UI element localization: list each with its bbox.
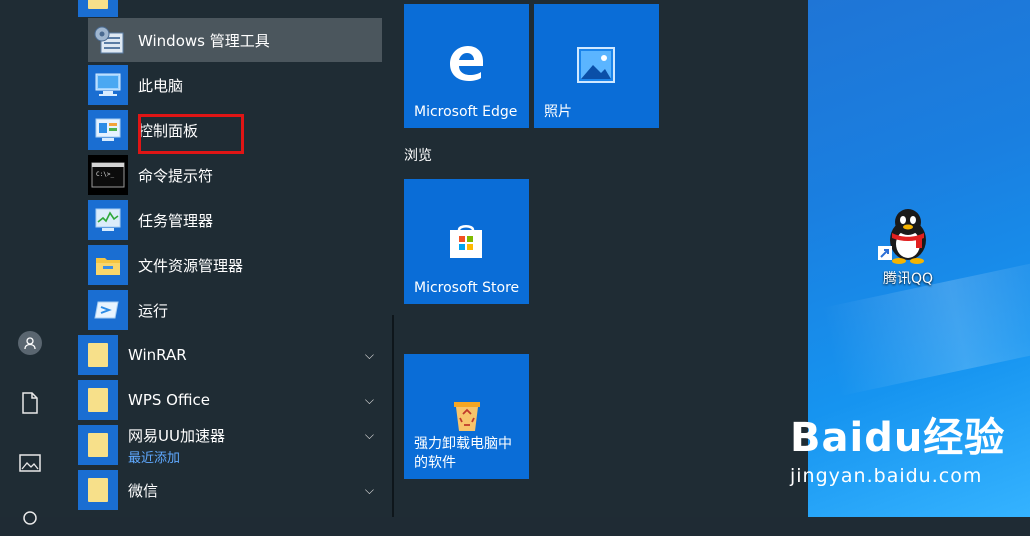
folder-wps-office[interactable]: WPS Office ⌵: [78, 379, 382, 421]
pictures-icon: [19, 454, 41, 472]
this-pc-icon: [88, 65, 128, 105]
folder-icon: [78, 0, 118, 17]
tile-label: 照片: [544, 104, 572, 120]
tile-label: Microsoft Edge: [414, 104, 518, 120]
folder-icon: [78, 425, 118, 465]
admin-tools-icon: [88, 20, 128, 60]
control-panel-icon: [88, 110, 128, 150]
run-icon: [88, 290, 128, 330]
pictures-button[interactable]: [12, 445, 48, 481]
tile-microsoft-store[interactable]: Microsoft Store: [404, 179, 529, 304]
app-label: Windows 管理工具: [138, 31, 270, 50]
app-item-run[interactable]: 运行: [88, 288, 382, 332]
recently-added-label: 最近添加: [128, 450, 181, 466]
app-item-this-pc[interactable]: 此电脑: [88, 63, 382, 107]
chevron-down-icon[interactable]: ⌵: [365, 348, 374, 363]
settings-icon: [23, 511, 37, 525]
store-icon: [450, 225, 482, 258]
documents-button[interactable]: [12, 385, 48, 421]
folder-icon: [78, 380, 118, 420]
qq-penguin-icon: [878, 209, 926, 264]
svg-text:C:\>_: C:\>_: [96, 171, 114, 178]
folder-icon: [78, 335, 118, 375]
tile-label: 强力卸载电脑中的软件: [414, 436, 512, 471]
chevron-down-icon[interactable]: ⌵: [365, 393, 374, 408]
scrollbar-track[interactable]: [392, 315, 394, 517]
file-explorer-icon: [88, 245, 128, 285]
folder-label: 网易UU加速器: [128, 426, 225, 445]
desktop-shortcut-label: 腾讯QQ: [882, 271, 934, 287]
watermark-url: jingyan.baidu.com: [790, 465, 983, 487]
tile-photos[interactable]: 照片: [534, 4, 659, 128]
settings-button[interactable]: [12, 500, 48, 536]
tile-label: Microsoft Store: [414, 280, 520, 296]
recycle-bin-icon: [454, 402, 480, 431]
app-label: 运行: [138, 301, 169, 320]
edge-icon: [450, 46, 483, 81]
folder-uu-accelerator[interactable]: 网易UU加速器 最近添加 ⌵: [78, 424, 382, 466]
photos-icon: [577, 47, 615, 83]
chevron-down-icon[interactable]: ⌵: [365, 428, 374, 443]
app-item-admin-tools[interactable]: Windows 管理工具: [88, 18, 382, 62]
cmd-icon: C:\>_: [88, 155, 128, 195]
app-label: 文件资源管理器: [138, 256, 244, 275]
tile-group-title: 浏览: [404, 148, 432, 164]
start-menu: Windows 管理工具 此电脑 控制面板 C:\>_ 命令提示符 任务管理器 …: [0, 0, 808, 525]
folder-wechat[interactable]: 微信 ⌵: [78, 469, 382, 511]
app-label: 命令提示符: [138, 166, 214, 185]
desktop-shortcut-qq[interactable]: 腾讯QQ: [868, 206, 948, 288]
user-account-button[interactable]: [12, 325, 48, 361]
highlight-box: [138, 114, 244, 154]
tile-uninstall-software[interactable]: 强力卸载电脑中的软件: [404, 354, 529, 479]
user-avatar-icon: [18, 331, 42, 355]
task-manager-icon: [88, 200, 128, 240]
folder-windows-system[interactable]: [78, 0, 382, 18]
app-item-file-explorer[interactable]: 文件资源管理器: [88, 243, 382, 287]
folder-label: WPS Office: [128, 391, 210, 409]
app-item-task-manager[interactable]: 任务管理器: [88, 198, 382, 242]
folder-icon: [78, 470, 118, 510]
tile-microsoft-edge[interactable]: Microsoft Edge: [404, 4, 529, 128]
app-label: 此电脑: [138, 76, 184, 95]
watermark-title: Baidu经验: [790, 415, 1006, 461]
app-label: 任务管理器: [138, 211, 214, 230]
document-icon: [22, 392, 38, 414]
chevron-down-icon[interactable]: ⌵: [365, 483, 374, 498]
baidu-watermark: Baidu经验 jingyan.baidu.com: [790, 405, 1030, 487]
app-item-command-prompt[interactable]: C:\>_ 命令提示符: [88, 153, 382, 197]
folder-label: 微信: [128, 481, 159, 500]
folder-label: WinRAR: [128, 346, 187, 364]
folder-winrar[interactable]: WinRAR ⌵: [78, 334, 382, 376]
